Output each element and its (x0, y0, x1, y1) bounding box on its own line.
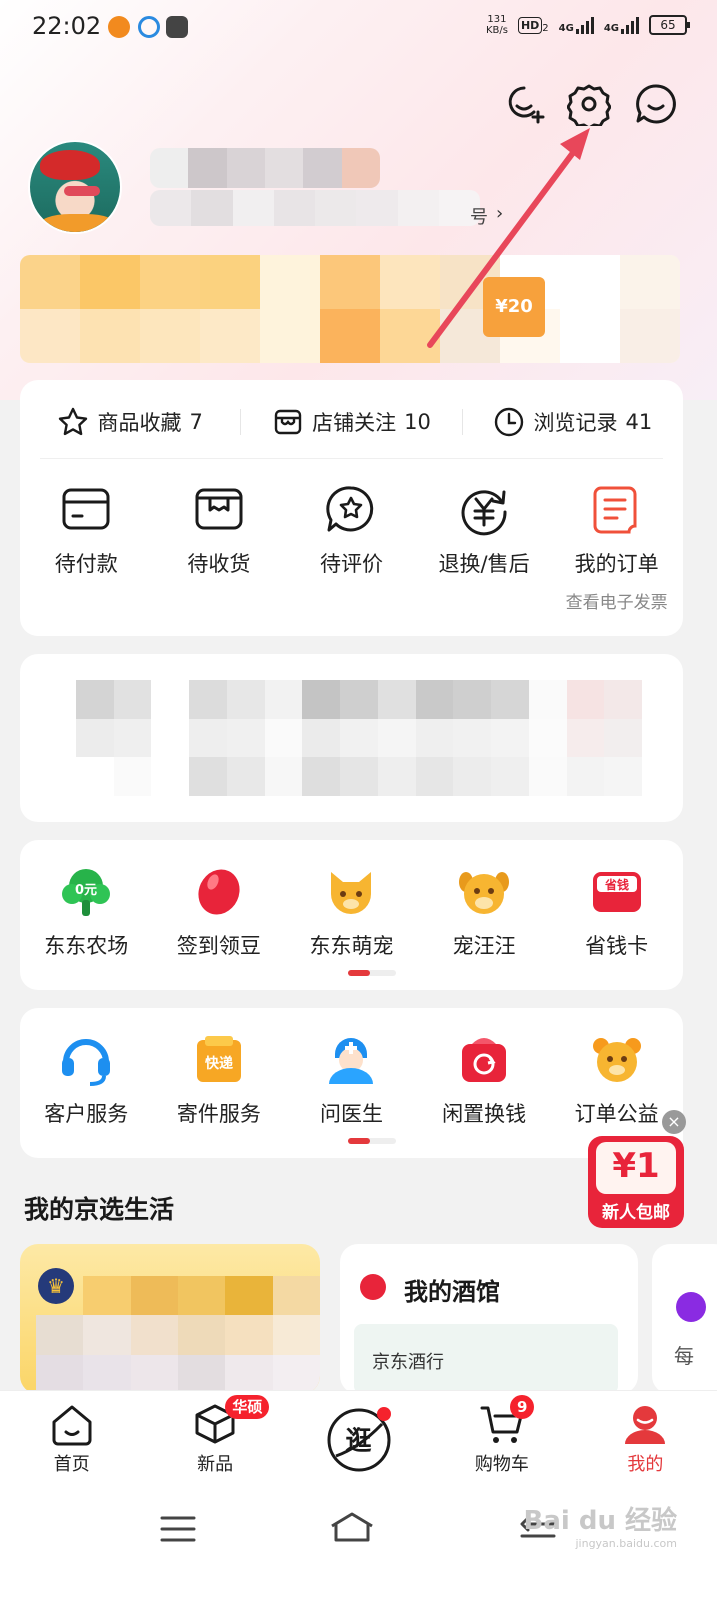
tavern-card[interactable]: 我的酒馆 京东酒行 (340, 1244, 638, 1394)
status-time: 22:02 (32, 12, 102, 40)
lifestyle-card-partial[interactable]: 每 (652, 1244, 717, 1394)
tab-profile[interactable]: 我的 (574, 1391, 717, 1486)
cart-count-badge: 9 (510, 1395, 535, 1419)
wallet-icon (62, 488, 110, 530)
tavern-subtitle: 京东酒行 (372, 1352, 444, 1373)
promo-price: ¥1 (612, 1146, 660, 1186)
dog-pet-button[interactable]: 宠汪汪 (418, 864, 551, 960)
video-app-icon (166, 16, 188, 38)
lifestyle-card-blurred[interactable]: ♛ (20, 1244, 320, 1394)
pending-payment-button[interactable]: 待付款 (20, 484, 153, 613)
ask-doctor-button[interactable]: 问医生 (285, 1032, 418, 1128)
page-indicator (348, 970, 396, 976)
pending-review-button[interactable]: 待评价 (285, 484, 418, 613)
svg-text:快递: 快递 (205, 1055, 233, 1072)
watermark: Bai du 经验 jingyan.baidu.com (523, 1506, 678, 1550)
page-indicator (348, 1138, 396, 1144)
clock-icon (495, 407, 524, 437)
customer-service-button[interactable]: 客户服务 (20, 1032, 153, 1128)
recycle-icon (462, 1038, 507, 1082)
pet-button[interactable]: 东东萌宠 (285, 864, 418, 960)
battery-icon: 65 (649, 15, 690, 35)
followed-shops-link[interactable]: 店铺关注 10 (241, 406, 461, 438)
idle-exchange-button[interactable]: 闲置换钱 (418, 1032, 551, 1128)
tab-new-arrivals[interactable]: 新品 华硕 (143, 1391, 286, 1486)
services-card: 客户服务 快递 寄件服务 问医生 闲置换钱 订单公益 (20, 1008, 683, 1158)
home-nav-icon[interactable] (328, 1510, 376, 1544)
signal-icon: 4G (559, 16, 594, 34)
invoice-link[interactable]: 查看电子发票 (566, 588, 668, 613)
farm-button[interactable]: 0元 东东农场 (20, 864, 153, 960)
charity-bear-icon (592, 1038, 641, 1082)
refund-icon (461, 490, 507, 536)
app-logo-icon (676, 1292, 706, 1322)
section-title: 我的京选生活 (24, 1195, 175, 1224)
review-icon (326, 486, 374, 532)
gear-icon[interactable] (567, 82, 611, 126)
message-icon[interactable] (634, 82, 678, 126)
order-list-icon (593, 486, 637, 534)
membership-banner-blurred[interactable]: ¥20 (20, 255, 680, 363)
account-link-text[interactable]: 号 (470, 203, 488, 229)
svg-text:省钱: 省钱 (604, 877, 629, 892)
shipping-service-button[interactable]: 快递 寄件服务 (153, 1032, 286, 1128)
shop-icon (274, 409, 302, 435)
headset-icon (62, 1039, 111, 1086)
refund-after-sales-button[interactable]: 退换/售后 (418, 484, 551, 613)
profile-icon (625, 1405, 666, 1444)
card-text: 每 (674, 1344, 694, 1368)
chevron-right-icon: › (496, 203, 504, 224)
pending-delivery-button[interactable]: 待收货 (153, 484, 286, 613)
home-icon (52, 1405, 92, 1445)
games-card: 0元 东东农场 签到领豆 东东萌宠 宠汪汪 省钱 省钱卡 (20, 840, 683, 990)
tavern-logo-icon (360, 1274, 386, 1300)
signal-icon: 4G (604, 16, 639, 34)
tab-home[interactable]: 首页 (0, 1391, 143, 1486)
history-link[interactable]: 浏览记录 41 (463, 406, 683, 438)
add-user-icon[interactable] (502, 82, 546, 126)
check-in-beans-button[interactable]: 签到领豆 (153, 864, 286, 960)
bottom-tab-bar: 首页 新品 华硕 逛 购物车 9 我的 (0, 1390, 717, 1486)
dog-icon (459, 872, 510, 914)
tavern-title: 我的酒馆 (404, 1278, 500, 1306)
avatar[interactable] (28, 140, 122, 234)
new-arrivals-badge: 华硕 (225, 1395, 270, 1419)
app-notification-icon (108, 16, 130, 38)
star-icon (59, 407, 88, 436)
hd-badge: HD 2 (517, 16, 549, 34)
close-icon[interactable]: × (662, 1110, 686, 1134)
promo-label: 新人包邮 (602, 1203, 670, 1223)
favorites-link[interactable]: 商品收藏 7 (20, 406, 240, 438)
svg-text:0元: 0元 (75, 883, 97, 898)
farm-icon: 0元 (62, 869, 111, 916)
menu-icon[interactable] (158, 1514, 198, 1544)
coupon-icon: ¥20 (483, 277, 545, 337)
orders-card: 商品收藏7 店铺关注10 浏览记录41 待付款 待收货 待评价 退换/售后 (20, 380, 683, 636)
tab-cart[interactable]: 购物车 9 (430, 1391, 573, 1486)
blurred-content-card[interactable] (20, 654, 683, 822)
savings-card-button[interactable]: 省钱 省钱卡 (550, 864, 683, 960)
new-user-promo[interactable]: ¥1 新人包邮 (586, 1132, 686, 1232)
cat-icon (331, 872, 372, 914)
my-orders-button[interactable]: 我的订单 查看电子发票 (550, 484, 683, 613)
tab-explore[interactable]: 逛 (287, 1391, 430, 1486)
charity-button[interactable]: 订单公益 (550, 1032, 683, 1128)
bean-icon (198, 869, 240, 915)
savings-card-icon: 省钱 (592, 872, 641, 912)
status-bar: 22:02 131 KB/s HD 2 4G 4G 65 (0, 0, 717, 56)
account-info-blurred (150, 190, 480, 226)
doctor-icon (329, 1038, 374, 1084)
package-icon (195, 488, 243, 530)
app-notification-icon (138, 16, 160, 38)
network-speed: 131 KB/s (485, 14, 508, 36)
username-blurred (150, 148, 380, 188)
express-icon: 快递 (196, 1036, 241, 1082)
explore-label: 逛 (345, 1426, 372, 1456)
